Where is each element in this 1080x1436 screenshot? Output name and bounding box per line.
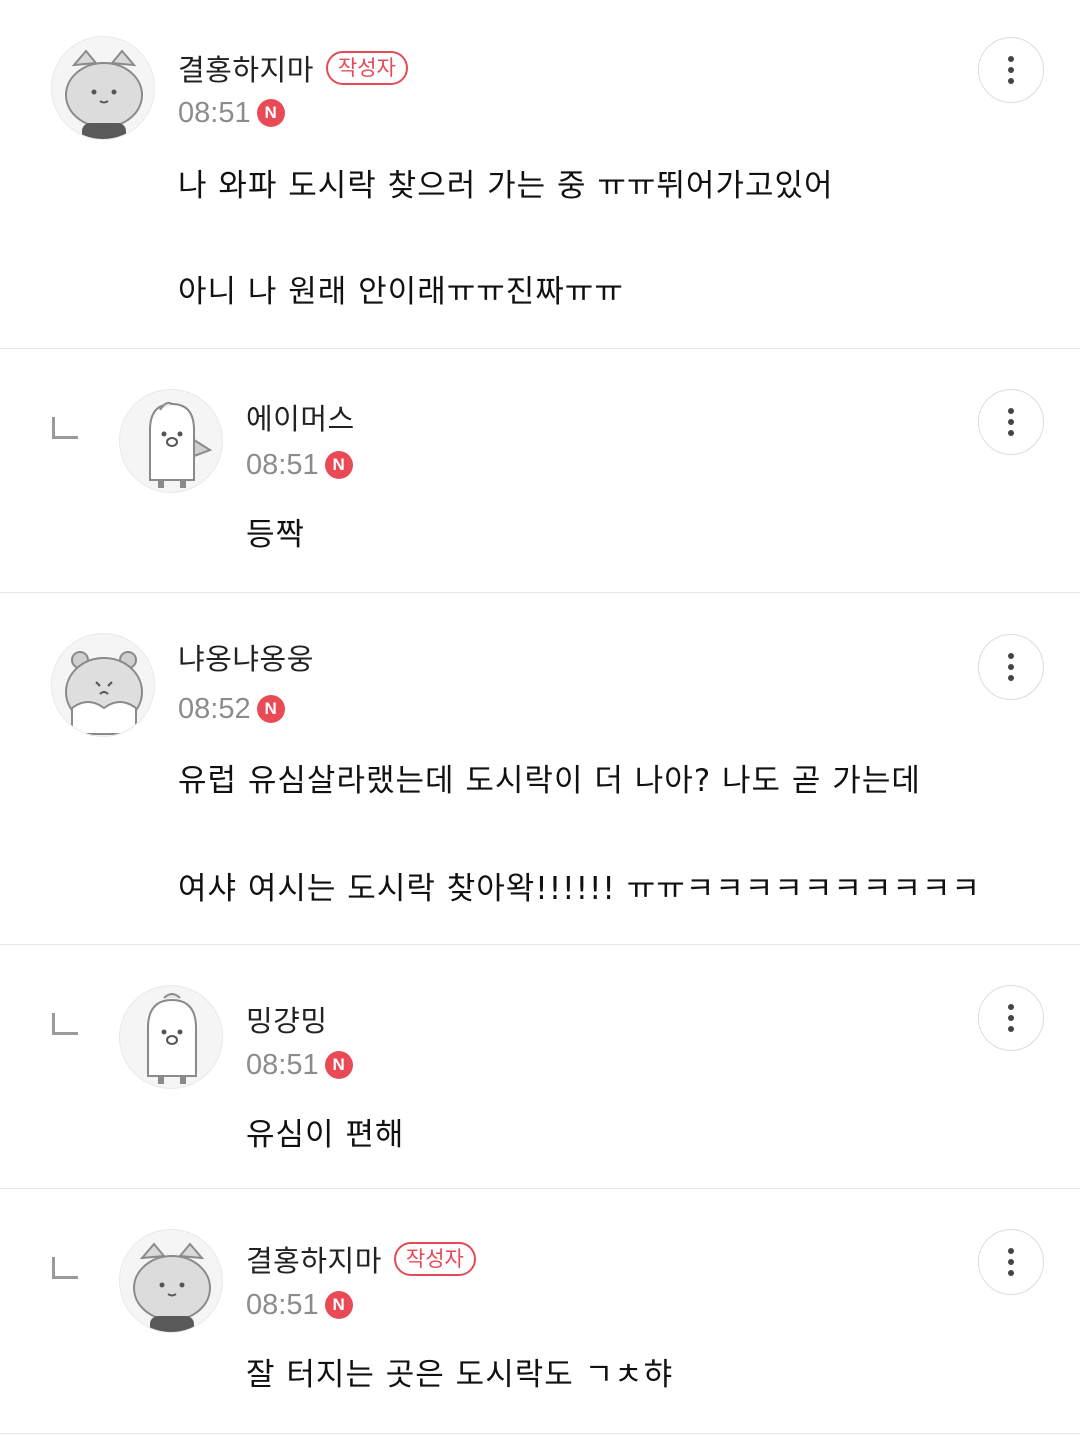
cat-avatar-icon[interactable] <box>119 1229 223 1333</box>
time-row: 08:51 N <box>246 1045 353 1085</box>
comment-item: 냐옹냐옹웅 08:52 N 유럽 유심살라랬는데 도시락이 더 나아? 나도 곧… <box>0 593 1080 945</box>
author-name[interactable]: 냐옹냐옹웅 <box>178 636 314 678</box>
comment-text-line: 나 와파 도시락 찾으러 가는 중 ㅠㅠ뛰어가고있어 <box>178 168 834 204</box>
author-row: 냐옹냐옹웅 <box>178 635 314 679</box>
more-options-button[interactable] <box>978 985 1044 1051</box>
comment-item: 결홍하지마 작성자 08:51 N 잘 터지는 곳은 도시락도 ㄱㅊ햐 <box>0 1189 1080 1434</box>
comment-item: 에이머스 08:51 N 등짝 <box>0 349 1080 593</box>
author-badge: 작성자 <box>393 1242 476 1276</box>
author-row: 밍걍밍 <box>246 997 328 1041</box>
comment-time: 08:51 <box>246 1288 319 1321</box>
dot-icon <box>1008 408 1014 414</box>
time-row: 08:52 N <box>178 689 285 729</box>
more-options-button[interactable] <box>978 37 1044 103</box>
dot-icon <box>1008 67 1014 73</box>
new-badge-icon: N <box>324 1051 353 1079</box>
dot-icon <box>1008 1248 1014 1254</box>
new-badge-icon: N <box>324 451 353 479</box>
new-badge-icon: N <box>256 695 285 723</box>
time-row: 08:51 N <box>246 445 353 485</box>
penguin-avatar-icon[interactable] <box>119 389 223 493</box>
comment-text-line: 아니 나 원래 안이래ㅠㅠ진짜ㅠㅠ <box>178 274 624 310</box>
author-row: 결홍하지마 작성자 <box>246 1237 476 1281</box>
dot-icon <box>1008 1004 1014 1010</box>
reply-indicator-icon <box>52 1257 78 1279</box>
comment-time: 08:52 <box>178 692 251 725</box>
reply-indicator-icon <box>52 417 78 439</box>
dot-icon <box>1008 664 1014 670</box>
more-options-button[interactable] <box>978 389 1044 455</box>
new-badge-icon: N <box>324 1291 353 1319</box>
author-name[interactable]: 밍걍밍 <box>246 998 328 1040</box>
author-name[interactable]: 결홍하지마 <box>246 1238 382 1280</box>
comment-text-line: 여샤 여시는 도시락 찾아왁!!!!!! ㅠㅠㅋㅋㅋㅋㅋㅋㅋㅋㅋㅋ <box>178 871 981 907</box>
dot-icon <box>1008 675 1014 681</box>
author-name[interactable]: 에이머스 <box>246 396 355 438</box>
comment-item: 밍걍밍 08:51 N 유심이 편해 <box>0 945 1080 1189</box>
more-options-button[interactable] <box>978 634 1044 700</box>
dot-icon <box>1008 653 1014 659</box>
new-badge-icon: N <box>256 99 285 127</box>
dot-icon <box>1008 1270 1014 1276</box>
comment-item: 결홍하지마 작성자 08:51 N 나 와파 도시락 찾으러 가는 중 ㅠㅠ뛰어… <box>0 0 1080 349</box>
dot-icon <box>1008 78 1014 84</box>
dot-icon <box>1008 419 1014 425</box>
dot-icon <box>1008 1026 1014 1032</box>
comment-time: 08:51 <box>178 96 251 129</box>
comment-text-line: 유심이 편해 <box>246 1117 405 1153</box>
author-name[interactable]: 결홍하지마 <box>178 47 314 89</box>
author-badge: 작성자 <box>325 51 408 85</box>
dot-icon <box>1008 430 1014 436</box>
hamster-avatar-icon[interactable] <box>51 633 155 737</box>
more-options-button[interactable] <box>978 1229 1044 1295</box>
comment-time: 08:51 <box>246 448 319 481</box>
cat-avatar-icon[interactable] <box>51 36 155 140</box>
reply-indicator-icon <box>52 1013 78 1035</box>
time-row: 08:51 N <box>246 1285 353 1325</box>
comment-text-line: 등짝 <box>246 517 306 553</box>
comment-text-line: 잘 터지는 곳은 도시락도 ㄱㅊ햐 <box>246 1357 674 1393</box>
comment-time: 08:51 <box>246 1048 319 1081</box>
author-row: 에이머스 <box>246 395 355 439</box>
dot-icon <box>1008 1015 1014 1021</box>
dot-icon <box>1008 1259 1014 1265</box>
dot-icon <box>1008 56 1014 62</box>
comment-text-line: 유럽 유심살라랬는데 도시락이 더 나아? 나도 곧 가는데 <box>178 763 921 799</box>
author-row: 결홍하지마 작성자 <box>178 46 408 90</box>
time-row: 08:51 N <box>178 93 285 133</box>
penguin-avatar-icon[interactable] <box>119 985 223 1089</box>
